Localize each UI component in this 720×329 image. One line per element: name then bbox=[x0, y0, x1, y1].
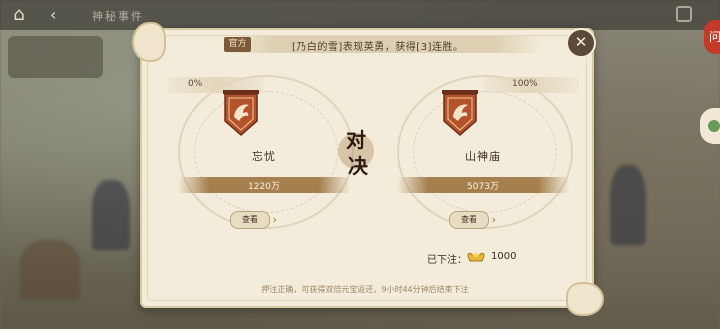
avatar-icon bbox=[708, 120, 720, 132]
scroll-curl-decoration bbox=[566, 282, 604, 316]
banner-icon bbox=[223, 90, 259, 136]
home-icon[interactable]: ⌂ bbox=[8, 4, 30, 26]
team-name: 忘忧 bbox=[252, 150, 276, 163]
bet-value: 1000 bbox=[491, 251, 517, 262]
versus-char-2: 决 bbox=[348, 154, 368, 178]
side-seal-button[interactable]: 问 bbox=[704, 20, 720, 54]
page-title: 神秘事件 bbox=[92, 10, 144, 23]
player-card[interactable] bbox=[8, 36, 103, 78]
background-character bbox=[92, 180, 130, 250]
view-button-right[interactable]: 查看 bbox=[449, 211, 496, 229]
team-amount: 5073万 bbox=[467, 182, 499, 192]
versus-emblem: 对 决 bbox=[334, 124, 378, 178]
gold-ingot-icon bbox=[467, 252, 485, 262]
side-avatar-button[interactable] bbox=[700, 108, 720, 144]
team-amount: 1220万 bbox=[248, 182, 280, 192]
versus-char-1: 对 bbox=[346, 128, 366, 152]
team-left: 0% 忘忧 1220万 查看 bbox=[168, 75, 354, 235]
team-percent: 100% bbox=[512, 79, 538, 89]
close-button[interactable]: ✕ bbox=[566, 28, 596, 58]
banner-icon bbox=[442, 90, 478, 136]
team-name: 山神庙 bbox=[465, 150, 501, 163]
scroll-curl-decoration bbox=[132, 22, 166, 62]
bet-label: 已下注： bbox=[427, 255, 467, 266]
team-right: 100% 山神庙 5073万 查看 bbox=[397, 75, 579, 235]
back-chevron-icon[interactable]: ‹ bbox=[50, 5, 56, 24]
footer-hint: 押注正确，可获得双倍元宝返还，9小时44分钟后结束下注 bbox=[261, 285, 469, 294]
background-item bbox=[20, 240, 80, 300]
team-percent: 0% bbox=[188, 79, 203, 89]
official-tag: 官方 bbox=[224, 37, 251, 52]
background-character bbox=[610, 165, 646, 245]
notice-text: [乃白的雪]表现英勇，获得[3]连胜。 bbox=[292, 42, 464, 53]
view-button-left[interactable]: 查看 bbox=[230, 211, 277, 229]
menu-icon[interactable] bbox=[676, 6, 692, 22]
